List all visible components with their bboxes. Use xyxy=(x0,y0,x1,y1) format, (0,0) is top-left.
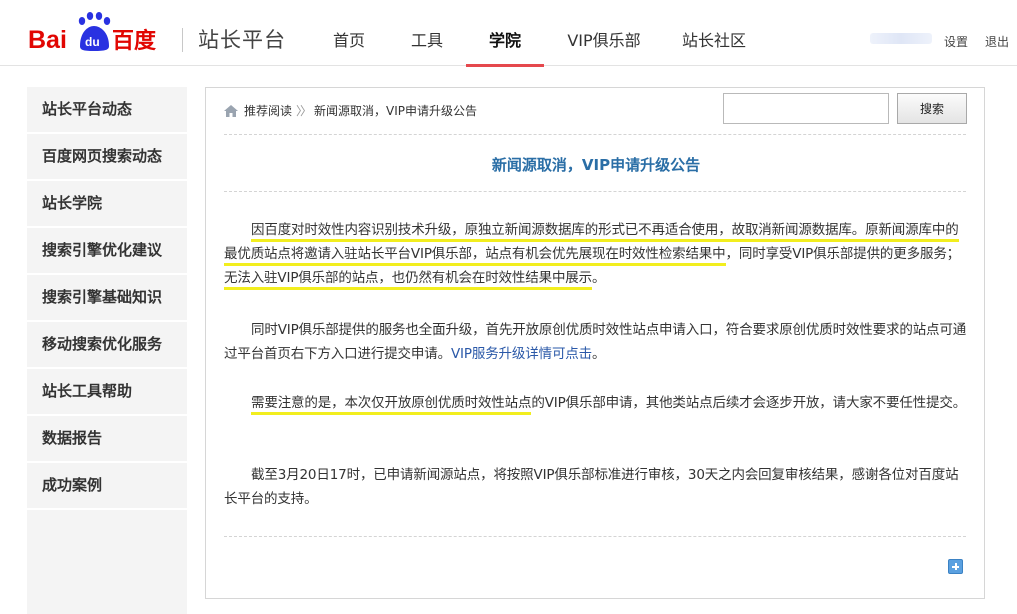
vip-details-link[interactable]: VIP服务升级详情可点击 xyxy=(451,346,592,362)
sidebar-item-data-reports[interactable]: 数据报告 xyxy=(27,416,187,463)
breadcrumb-current: 新闻源取消，VIP申请升级公告 xyxy=(314,104,478,118)
username-blurred[interactable] xyxy=(870,33,932,44)
top-header: Bai du 百度 站长平台 首页 工具 学院 VIP俱乐部 站长社区 设置 退… xyxy=(0,0,1017,67)
svg-text:百度: 百度 xyxy=(112,28,157,54)
divider-title xyxy=(224,191,966,192)
nav-home[interactable]: 首页 xyxy=(310,0,388,66)
sidebar-item-mobile-optimization[interactable]: 移动搜索优化服务 xyxy=(27,322,187,369)
home-icon xyxy=(224,104,238,117)
sidebar-item-seo-basics[interactable]: 搜索引擎基础知识 xyxy=(27,275,187,322)
sidebar-item-tools-help[interactable]: 站长工具帮助 xyxy=(27,369,187,416)
article-paragraph-1: 因百度对时效性内容识别技术升级，原独立新闻源数据库的形式已不再适合使用，故取消新… xyxy=(224,218,969,290)
plus-icon[interactable] xyxy=(948,559,963,574)
nav-tools[interactable]: 工具 xyxy=(388,0,466,66)
article-paragraph-4: 截至3月20日17时，已申请新闻源站点，将按照VIP俱乐部标准进行审核，30天之… xyxy=(224,467,959,507)
sidebar: 站长平台动态 百度网页搜索动态 站长学院 搜索引擎优化建议 搜索引擎基础知识 移… xyxy=(27,87,187,614)
nav-vip-club[interactable]: VIP俱乐部 xyxy=(544,0,664,66)
article-paragraph-3: 需要注意的是，本次仅开放原创优质时效性站点的VIP俱乐部申请，其他类站点后续才会… xyxy=(224,391,969,415)
site-title: 站长平台 xyxy=(198,28,286,52)
sidebar-item-platform-news[interactable]: 站长平台动态 xyxy=(27,87,187,134)
sidebar-item-web-search-news[interactable]: 百度网页搜索动态 xyxy=(27,134,187,181)
sidebar-item-academy[interactable]: 站长学院 xyxy=(27,181,187,228)
divider-bottom xyxy=(224,536,966,537)
article-title: 新闻源取消，VIP申请升级公告 xyxy=(491,156,701,174)
settings-link[interactable]: 设置 xyxy=(944,33,968,50)
logo-divider xyxy=(182,28,183,52)
baidu-paw-icon: du xyxy=(78,12,111,51)
nav-academy[interactable]: 学院 xyxy=(466,0,544,67)
breadcrumb-recommended[interactable]: 推荐阅读 xyxy=(244,102,292,119)
search-input[interactable] xyxy=(723,93,889,124)
article-paragraph-2: 同时VIP俱乐部提供的服务也全面升级，首先开放原创优质时效性站点申请入口，符合要… xyxy=(224,322,967,362)
article-panel: 推荐阅读 〉〉 新闻源取消，VIP申请升级公告 搜索 新闻源取消，VIP申请升级… xyxy=(205,87,985,599)
highlighted-text: 需要注意的是，本次仅开放原创优质时效性站点 xyxy=(251,395,532,415)
search-button[interactable]: 搜索 xyxy=(897,93,967,124)
baidu-logo[interactable]: Bai du 百度 xyxy=(28,10,168,56)
highlighted-text: 无法入驻VIP俱乐部的站点，也仍然有机会在时效性结果中展示 xyxy=(224,270,592,290)
breadcrumb: 推荐阅读 〉〉 新闻源取消，VIP申请升级公告 xyxy=(224,102,477,119)
svg-text:du: du xyxy=(85,35,100,49)
sidebar-item-success-cases[interactable]: 成功案例 xyxy=(27,463,187,510)
svg-text:Bai: Bai xyxy=(28,26,67,54)
sidebar-item-seo-advice[interactable]: 搜索引擎优化建议 xyxy=(27,228,187,275)
nav-community[interactable]: 站长社区 xyxy=(664,0,764,66)
breadcrumb-separator: 〉〉 xyxy=(296,104,312,118)
logout-link[interactable]: 退出 xyxy=(985,33,1009,50)
main-nav: 首页 工具 学院 VIP俱乐部 站长社区 xyxy=(310,0,764,67)
divider-top xyxy=(224,134,966,135)
